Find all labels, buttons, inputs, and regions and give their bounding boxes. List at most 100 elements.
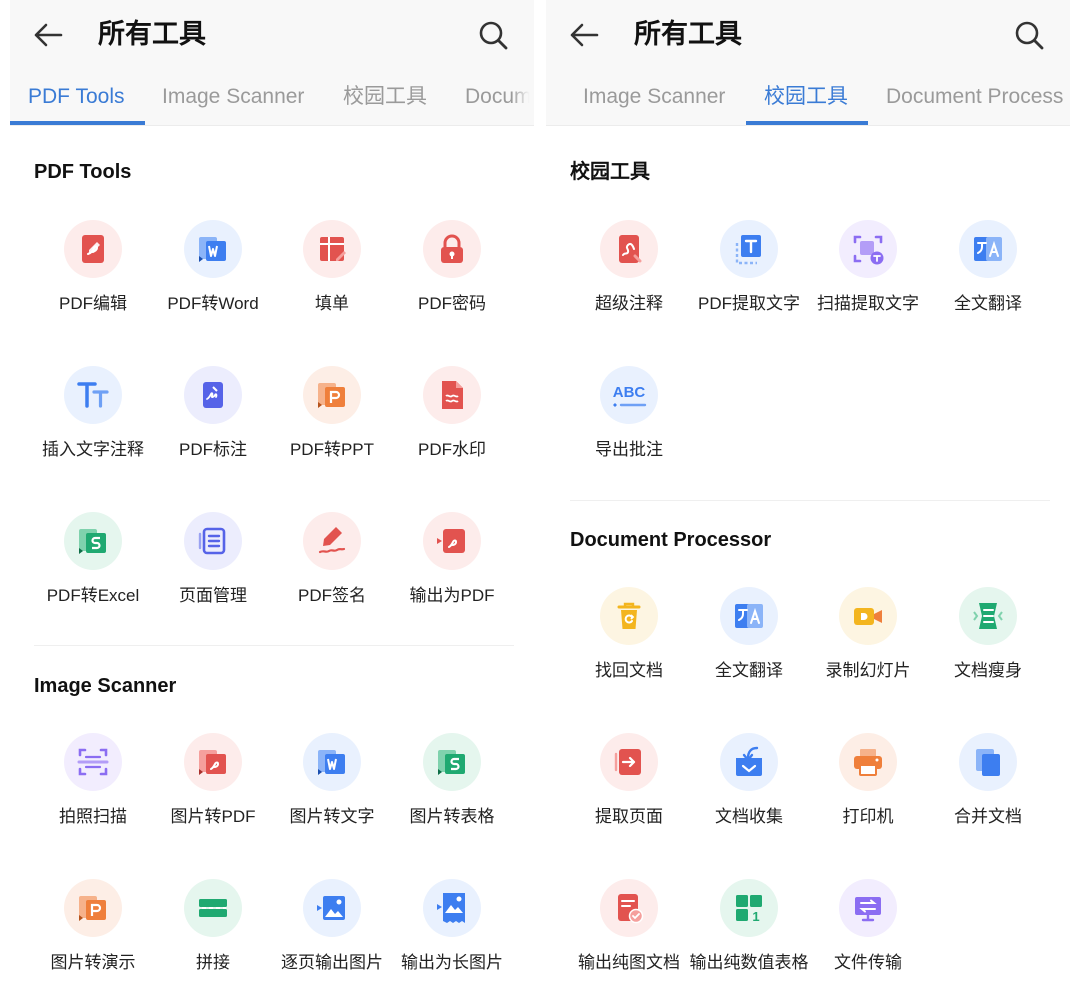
pdf-extract-text-icon — [720, 220, 778, 278]
tool-image-to-table[interactable]: 图片转表格 — [392, 733, 512, 828]
image-to-table-icon — [423, 733, 481, 791]
translate-icon — [720, 587, 778, 645]
tab-campus-tools[interactable]: 校园工具 — [764, 70, 848, 125]
tool-scan-extract-text[interactable]: 扫描提取文字 — [808, 220, 928, 315]
tab-bar: Image Scanner 校园工具 Document Process — [546, 70, 1070, 126]
tool-file-transfer[interactable]: 文件传输 — [808, 879, 928, 974]
tool-extract-pages[interactable]: 提取页面 — [569, 733, 689, 828]
record-slides-icon — [839, 587, 897, 645]
tool-pdf-to-word[interactable]: PDF转Word — [153, 220, 273, 315]
search-button[interactable] — [1010, 16, 1048, 54]
tool-image-doc[interactable]: 输出纯图文档 — [569, 879, 689, 974]
recover-doc-icon — [600, 587, 658, 645]
export-pdf-icon — [423, 512, 481, 570]
tool-pdf-extract-text[interactable]: PDF提取文字 — [689, 220, 809, 315]
image-to-pdf-icon — [184, 733, 242, 791]
back-button[interactable] — [566, 17, 602, 53]
tool-recover-doc[interactable]: 找回文档 — [569, 587, 689, 682]
tool-printer[interactable]: 打印机 — [808, 733, 928, 828]
printer-icon — [839, 733, 897, 791]
export-images-icon — [303, 879, 361, 937]
section-title-document-processor: Document Processor — [570, 529, 772, 551]
watermark-icon — [423, 366, 481, 424]
tool-fill-form[interactable]: 填单 — [272, 220, 392, 315]
tool-pdf-signature[interactable]: PDF签名 — [272, 512, 392, 607]
tool-pdf-watermark[interactable]: PDF水印 — [392, 366, 512, 461]
tab-overflow-fade — [512, 70, 534, 125]
lock-icon — [423, 220, 481, 278]
image-to-text-icon — [303, 733, 361, 791]
tab-bar: PDF Tools Image Scanner 校园工具 Docum — [10, 70, 534, 126]
tool-page-manage[interactable]: 页面管理 — [153, 512, 273, 607]
tool-stitch[interactable]: 拼接 — [153, 879, 273, 974]
section-divider — [34, 645, 514, 646]
tool-record-slides[interactable]: 录制幻灯片 — [808, 587, 928, 682]
active-tab-indicator — [746, 121, 868, 125]
tool-collect-docs[interactable]: 文档收集 — [689, 733, 809, 828]
pdf-to-ppt-icon — [303, 366, 361, 424]
section-title-image-scanner: Image Scanner — [34, 675, 177, 697]
tool-pdf-edit[interactable]: PDF编辑 — [33, 220, 153, 315]
tool-compress-doc[interactable]: 文档瘦身 — [928, 587, 1048, 682]
compress-doc-icon — [959, 587, 1017, 645]
arrow-left-icon — [570, 23, 599, 47]
tool-export-annotations[interactable]: ABC 导出批注 — [569, 366, 689, 461]
image-doc-icon — [600, 879, 658, 937]
tool-text-annotation[interactable]: 插入文字注释 — [33, 366, 153, 461]
tab-image-scanner[interactable]: Image Scanner — [583, 70, 725, 125]
tool-image-to-slides[interactable]: 图片转演示 — [33, 879, 153, 974]
svg-text:ABC: ABC — [613, 384, 646, 401]
value-table-icon: 1 — [720, 879, 778, 937]
tool-full-translate-2[interactable]: 全文翻译 — [689, 587, 809, 682]
left-screen: 所有工具 PDF Tools Image Scanner 校园工具 Docum … — [10, 0, 534, 988]
tool-merge-docs[interactable]: 合并文档 — [928, 733, 1048, 828]
tool-export-pdf[interactable]: 输出为PDF — [392, 512, 512, 607]
top-bar: 所有工具 — [546, 0, 1070, 70]
tab-image-scanner[interactable]: Image Scanner — [162, 70, 304, 125]
extract-pages-icon — [600, 733, 658, 791]
pdf-to-word-icon — [184, 220, 242, 278]
tool-pdf-to-ppt[interactable]: PDF转PPT — [272, 366, 392, 461]
tool-pdf-password[interactable]: PDF密码 — [392, 220, 512, 315]
tool-value-table[interactable]: 1 输出纯数值表格 — [689, 879, 809, 974]
file-transfer-icon — [839, 879, 897, 937]
pdf-edit-icon — [64, 220, 122, 278]
image-to-slides-icon — [64, 879, 122, 937]
stitch-icon — [184, 879, 242, 937]
page-manage-icon — [184, 512, 242, 570]
arrow-left-icon — [34, 23, 63, 47]
back-button[interactable] — [30, 17, 66, 53]
export-annotations-icon: ABC — [600, 366, 658, 424]
top-bar: 所有工具 — [10, 0, 534, 70]
search-button[interactable] — [474, 16, 512, 54]
search-icon — [479, 21, 508, 50]
scan-extract-text-icon — [839, 220, 897, 278]
tool-photo-scan[interactable]: 拍照扫描 — [33, 733, 153, 828]
scan-icon — [64, 733, 122, 791]
tool-super-annotation[interactable]: 超级注释 — [569, 220, 689, 315]
signature-icon — [303, 512, 361, 570]
right-screen: 所有工具 Image Scanner 校园工具 Document Process… — [546, 0, 1070, 988]
tab-campus-tools[interactable]: 校园工具 — [343, 70, 427, 125]
page-title: 所有工具 — [634, 19, 742, 49]
tool-pdf-to-excel[interactable]: PDF转Excel — [33, 512, 153, 607]
tool-long-image[interactable]: 输出为长图片 — [392, 879, 512, 974]
section-title-campus-tools: 校园工具 — [570, 161, 650, 183]
super-annotation-icon — [600, 220, 658, 278]
tab-document-processor[interactable]: Document Process — [886, 70, 1063, 125]
pdf-markup-icon — [184, 366, 242, 424]
section-divider — [570, 500, 1050, 501]
pdf-to-excel-icon — [64, 512, 122, 570]
page-title: 所有工具 — [98, 19, 206, 49]
svg-text:1: 1 — [752, 909, 759, 924]
tool-export-images[interactable]: 逐页输出图片 — [272, 879, 392, 974]
collect-docs-icon — [720, 733, 778, 791]
fill-form-icon — [303, 220, 361, 278]
translate-icon — [959, 220, 1017, 278]
tool-image-to-pdf[interactable]: 图片转PDF — [153, 733, 273, 828]
tool-pdf-markup[interactable]: PDF标注 — [153, 366, 273, 461]
tool-image-to-text[interactable]: 图片转文字 — [272, 733, 392, 828]
text-annotation-icon — [64, 366, 122, 424]
tab-pdf-tools[interactable]: PDF Tools — [28, 70, 124, 125]
tool-full-translate[interactable]: 全文翻译 — [928, 220, 1048, 315]
